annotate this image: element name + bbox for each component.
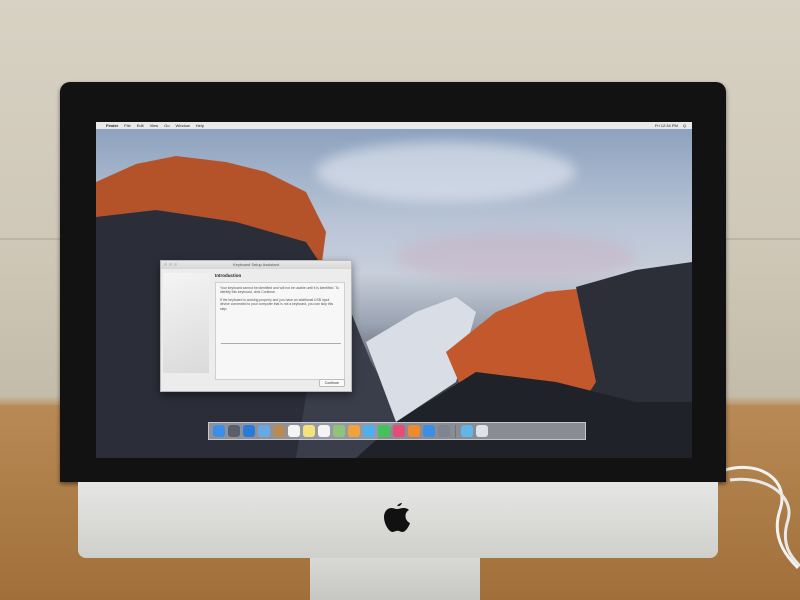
trash-icon[interactable] bbox=[476, 425, 488, 437]
safari-icon[interactable] bbox=[243, 425, 255, 437]
menu-window[interactable]: Window bbox=[176, 123, 190, 128]
messages-icon[interactable] bbox=[363, 425, 375, 437]
menu-file[interactable]: File bbox=[124, 123, 130, 128]
imac-stand bbox=[310, 558, 480, 600]
menu-help[interactable]: Help bbox=[196, 123, 204, 128]
display-chin bbox=[78, 482, 718, 558]
photos-icon[interactable] bbox=[348, 425, 360, 437]
ibooks-icon[interactable] bbox=[408, 425, 420, 437]
keyboard-setup-window: Keyboard Setup Assistant Introduction Yo… bbox=[160, 260, 352, 392]
power-cable bbox=[724, 465, 800, 570]
continue-button[interactable]: Continue bbox=[318, 379, 345, 387]
mail-icon[interactable] bbox=[258, 425, 270, 437]
screen: Finder File Edit View Go Window Help Fri… bbox=[96, 122, 692, 458]
assistant-illustration bbox=[163, 273, 209, 373]
notes-icon[interactable] bbox=[303, 425, 315, 437]
system-preferences-icon[interactable] bbox=[438, 425, 450, 437]
reminders-icon[interactable] bbox=[318, 425, 330, 437]
dock bbox=[208, 422, 586, 440]
itunes-icon[interactable] bbox=[393, 425, 405, 437]
intro-paragraph-2: If the keyboard is working properly and … bbox=[220, 297, 334, 311]
menubar-status: Fri 12:34 PM Q bbox=[655, 123, 686, 128]
launchpad-icon[interactable] bbox=[228, 425, 240, 437]
app-store-icon[interactable] bbox=[423, 425, 435, 437]
finder-icon[interactable] bbox=[213, 425, 225, 437]
menu-edit[interactable]: Edit bbox=[137, 123, 144, 128]
menu-view[interactable]: View bbox=[150, 123, 159, 128]
window-content-panel: Your keyboard cannot be identified and w… bbox=[215, 282, 345, 380]
zoom-button[interactable] bbox=[174, 263, 177, 266]
window-controls bbox=[164, 263, 177, 266]
close-button[interactable] bbox=[164, 263, 167, 266]
contacts-icon[interactable] bbox=[273, 425, 285, 437]
window-titlebar: Keyboard Setup Assistant bbox=[161, 261, 351, 269]
clock[interactable]: Fri 12:34 PM bbox=[655, 123, 678, 128]
keyboard-illustration bbox=[219, 343, 341, 356]
window-title: Keyboard Setup Assistant bbox=[233, 262, 279, 267]
facetime-icon[interactable] bbox=[378, 425, 390, 437]
apple-logo-icon bbox=[384, 502, 410, 532]
spotlight-icon[interactable]: Q bbox=[683, 123, 686, 128]
intro-paragraph-1: Your keyboard cannot be identified and w… bbox=[220, 286, 339, 295]
display-bezel: Finder File Edit View Go Window Help Fri… bbox=[60, 82, 726, 482]
menu-finder[interactable]: Finder bbox=[106, 123, 118, 128]
imac-computer: Finder File Edit View Go Window Help Fri… bbox=[60, 82, 726, 600]
dock-separator bbox=[455, 424, 456, 438]
downloads-folder-icon[interactable] bbox=[461, 425, 473, 437]
minimize-button[interactable] bbox=[169, 263, 172, 266]
maps-icon[interactable] bbox=[333, 425, 345, 437]
window-heading: Introduction bbox=[215, 273, 242, 278]
menu-bar: Finder File Edit View Go Window Help Fri… bbox=[96, 122, 692, 129]
menu-go[interactable]: Go bbox=[164, 123, 169, 128]
calendar-icon[interactable] bbox=[288, 425, 300, 437]
